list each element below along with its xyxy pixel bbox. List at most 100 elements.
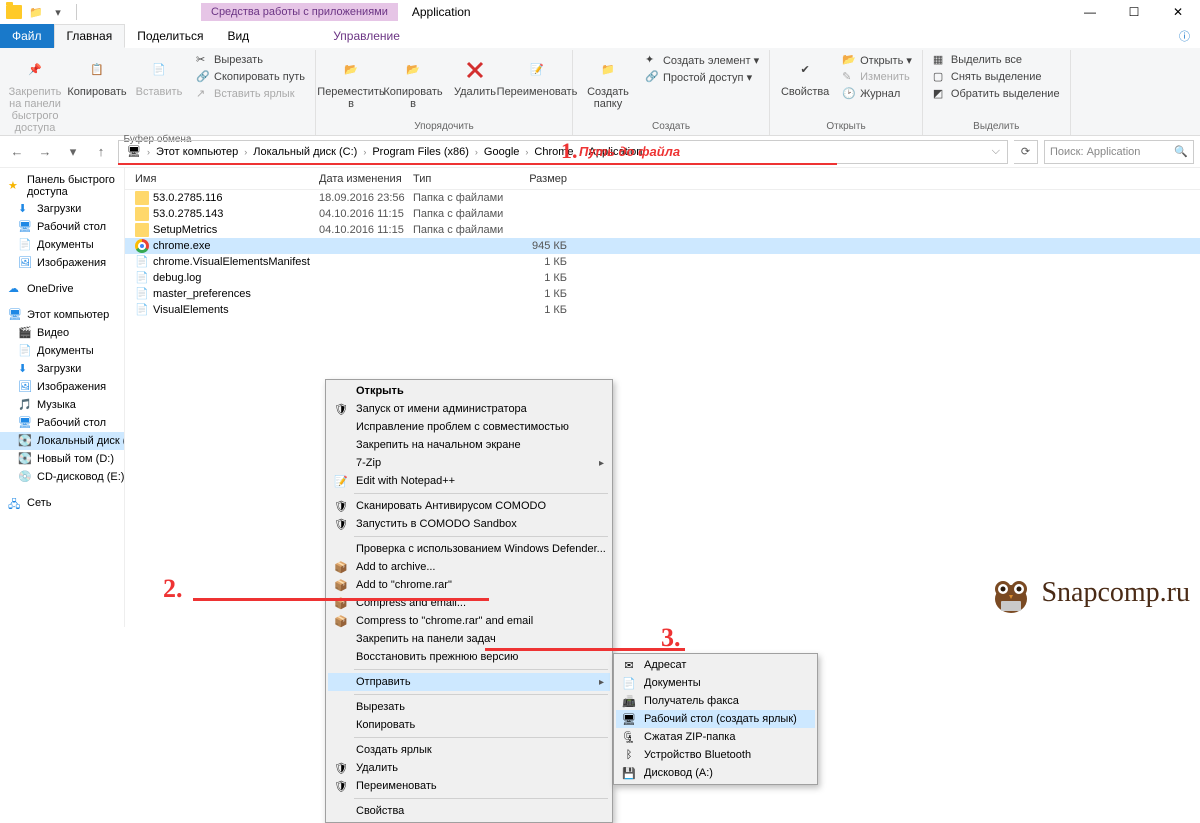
minimize-button[interactable]: — [1068, 0, 1112, 24]
ctx-addarchive[interactable]: 📦Add to archive... [328, 558, 610, 576]
sendto-floppy[interactable]: 💾Дисковод (A:) [616, 764, 815, 782]
qat-new-folder-icon[interactable]: 📁 [28, 4, 44, 20]
ctx-compressemail[interactable]: 📦Compress and email... [328, 594, 610, 612]
sidebar-desktop[interactable]: 🖥Рабочий стол [0, 218, 124, 236]
maximize-button[interactable]: ☐ [1112, 0, 1156, 24]
close-button[interactable]: ✕ [1156, 0, 1200, 24]
delete-button[interactable]: Удалить [446, 52, 504, 98]
sidebar-cd[interactable]: 💿CD-дисковод (E:) [0, 468, 124, 486]
ctx-shortcut[interactable]: Создать ярлык [328, 741, 610, 759]
sendto-zip[interactable]: 🗜Сжатая ZIP-папка [616, 728, 815, 746]
file-row[interactable]: 📄master_preferences1 КБ [125, 286, 1200, 302]
tab-view[interactable]: Вид [215, 24, 261, 48]
ribbon-help-icon[interactable]: ⓘ [1169, 24, 1200, 48]
sidebar-disk-c[interactable]: 💽Локальный диск (C:) [0, 432, 124, 450]
nav-recent-button[interactable]: ▾ [62, 141, 84, 163]
nav-up-button[interactable]: ↑ [90, 141, 112, 163]
file-row[interactable]: 53.0.2785.14304.10.2016 11:15Папка с фай… [125, 206, 1200, 222]
sidebar-pictures2[interactable]: 🖼Изображения [0, 378, 124, 396]
ctx-pintaskbar[interactable]: Закрепить на панели задач [328, 630, 610, 648]
sidebar-pictures[interactable]: 🖼Изображения [0, 254, 124, 272]
sidebar-disk-d[interactable]: 💽Новый том (D:) [0, 450, 124, 468]
edit-button[interactable]: ✎Изменить [838, 69, 916, 85]
file-row[interactable]: 📄debug.log1 КБ [125, 270, 1200, 286]
ctx-compat[interactable]: Исправление проблем с совместимостью [328, 418, 610, 436]
selectnone-button[interactable]: ▢Снять выделение [929, 69, 1064, 85]
copypath-button[interactable]: 🔗Скопировать путь [192, 69, 309, 85]
ctx-addchrome[interactable]: 📦Add to "chrome.rar" [328, 576, 610, 594]
col-size[interactable]: Размер [507, 173, 577, 185]
easyaccess-button[interactable]: 🔗Простой доступ ▾ [641, 69, 763, 85]
copy-button[interactable]: 📋 Копировать [68, 52, 126, 98]
ctx-delete[interactable]: 🛡Удалить [328, 759, 610, 777]
sendto-desktop-shortcut[interactable]: 🖥Рабочий стол (создать ярлык) [616, 710, 815, 728]
file-row[interactable]: SetupMetrics04.10.2016 11:15Папка с файл… [125, 222, 1200, 238]
tab-manage[interactable]: Управление [321, 24, 412, 48]
newfolder-button[interactable]: 📁Создать папку [579, 52, 637, 110]
paste-button[interactable]: 📄 Вставить [130, 52, 188, 98]
copyto-button[interactable]: 📂Копировать в [384, 52, 442, 110]
tab-home[interactable]: Главная [54, 24, 126, 48]
ctx-cut[interactable]: Вырезать [328, 698, 610, 716]
rename-button[interactable]: 📝Переименовать [508, 52, 566, 98]
ctx-7zip[interactable]: 7-Zip [328, 454, 610, 472]
sendto-fax[interactable]: 📠Получатель факса [616, 692, 815, 710]
sidebar-network[interactable]: 🖧Сеть [0, 494, 124, 512]
col-name[interactable]: Имя [125, 173, 319, 185]
crumb-c[interactable]: Локальный диск (C:) [248, 144, 362, 160]
nav-back-button[interactable]: ← [6, 141, 28, 163]
sidebar-downloads2[interactable]: ⬇Загрузки [0, 360, 124, 378]
refresh-button[interactable]: ⟳ [1014, 140, 1038, 164]
file-row[interactable]: 53.0.2785.11618.09.2016 23:56Папка с фай… [125, 190, 1200, 206]
sidebar-onedrive[interactable]: ☁OneDrive [0, 280, 124, 298]
sidebar-documents[interactable]: 📄Документы [0, 236, 124, 254]
ctx-open[interactable]: Открыть [328, 382, 610, 400]
address-bar[interactable]: 🖥› Этот компьютер› Локальный диск (C:)› … [118, 140, 1008, 164]
ctx-pinstart[interactable]: Закрепить на начальном экране [328, 436, 610, 454]
search-input[interactable]: Поиск: Application 🔍 [1044, 140, 1194, 164]
ctx-comodo-scan[interactable]: 🛡Сканировать Антивирусом COMODO [328, 497, 610, 515]
newitem-button[interactable]: ✦Создать элемент ▾ [641, 52, 763, 68]
crumb-google[interactable]: Google [479, 144, 524, 160]
qat-dropdown-icon[interactable]: ▾ [50, 4, 66, 20]
tab-file[interactable]: Файл [0, 24, 54, 48]
ctx-sendto[interactable]: Отправить [328, 673, 610, 691]
ctx-properties[interactable]: Свойства [328, 802, 610, 820]
file-row[interactable]: chrome.exe945 КБ [125, 238, 1200, 254]
sidebar-documents2[interactable]: 📄Документы [0, 342, 124, 360]
pin-quickaccess-button[interactable]: 📌 Закрепить на панели быстрого доступа [6, 52, 64, 134]
open-button[interactable]: 📂Открыть ▾ [838, 52, 916, 68]
nav-forward-button[interactable]: → [34, 141, 56, 163]
ctx-comodo-sandbox[interactable]: 🛡Запустить в COMODO Sandbox [328, 515, 610, 533]
paste-shortcut-button[interactable]: ↗Вставить ярлык [192, 86, 309, 102]
crumb-thispc[interactable]: Этот компьютер [151, 144, 243, 160]
ctx-npp[interactable]: 📝Edit with Notepad++ [328, 472, 610, 490]
sendto-bluetooth[interactable]: ᛒУстройство Bluetooth [616, 746, 815, 764]
history-button[interactable]: 🕑Журнал [838, 86, 916, 102]
sendto-docs[interactable]: 📄Документы [616, 674, 815, 692]
sidebar-desktop2[interactable]: 🖥Рабочий стол [0, 414, 124, 432]
ctx-copy[interactable]: Копировать [328, 716, 610, 734]
moveto-button[interactable]: 📂Переместить в [322, 52, 380, 110]
sidebar-quickaccess[interactable]: ★Панель быстрого доступа [0, 172, 124, 200]
file-row[interactable]: 📄VisualElements1 КБ [125, 302, 1200, 318]
col-type[interactable]: Тип [413, 173, 507, 185]
file-row[interactable]: 📄chrome.VisualElementsManifest1 КБ [125, 254, 1200, 270]
properties-button[interactable]: ✔Свойства [776, 52, 834, 98]
tab-share[interactable]: Поделиться [125, 24, 215, 48]
ctx-compresschrome[interactable]: 📦Compress to "chrome.rar" and email [328, 612, 610, 630]
addr-dropdown-icon[interactable]: ⌵ [988, 145, 1004, 158]
sidebar-video[interactable]: 🎬Видео [0, 324, 124, 342]
sidebar-music[interactable]: 🎵Музыка [0, 396, 124, 414]
ctx-rename[interactable]: 🛡Переименовать [328, 777, 610, 795]
col-date[interactable]: Дата изменения [319, 173, 413, 185]
sidebar-downloads[interactable]: ⬇Загрузки [0, 200, 124, 218]
cut-button[interactable]: ✂Вырезать [192, 52, 309, 68]
selectall-button[interactable]: ▦Выделить все [929, 52, 1064, 68]
ctx-defender[interactable]: Проверка с использованием Windows Defend… [328, 540, 610, 558]
sendto-addr[interactable]: ✉Адресат [616, 656, 815, 674]
sidebar-thispc[interactable]: 🖥Этот компьютер [0, 306, 124, 324]
crumb-pf[interactable]: Program Files (x86) [367, 144, 474, 160]
ctx-runasadmin[interactable]: 🛡Запуск от имени администратора [328, 400, 610, 418]
invert-button[interactable]: ◩Обратить выделение [929, 86, 1064, 102]
